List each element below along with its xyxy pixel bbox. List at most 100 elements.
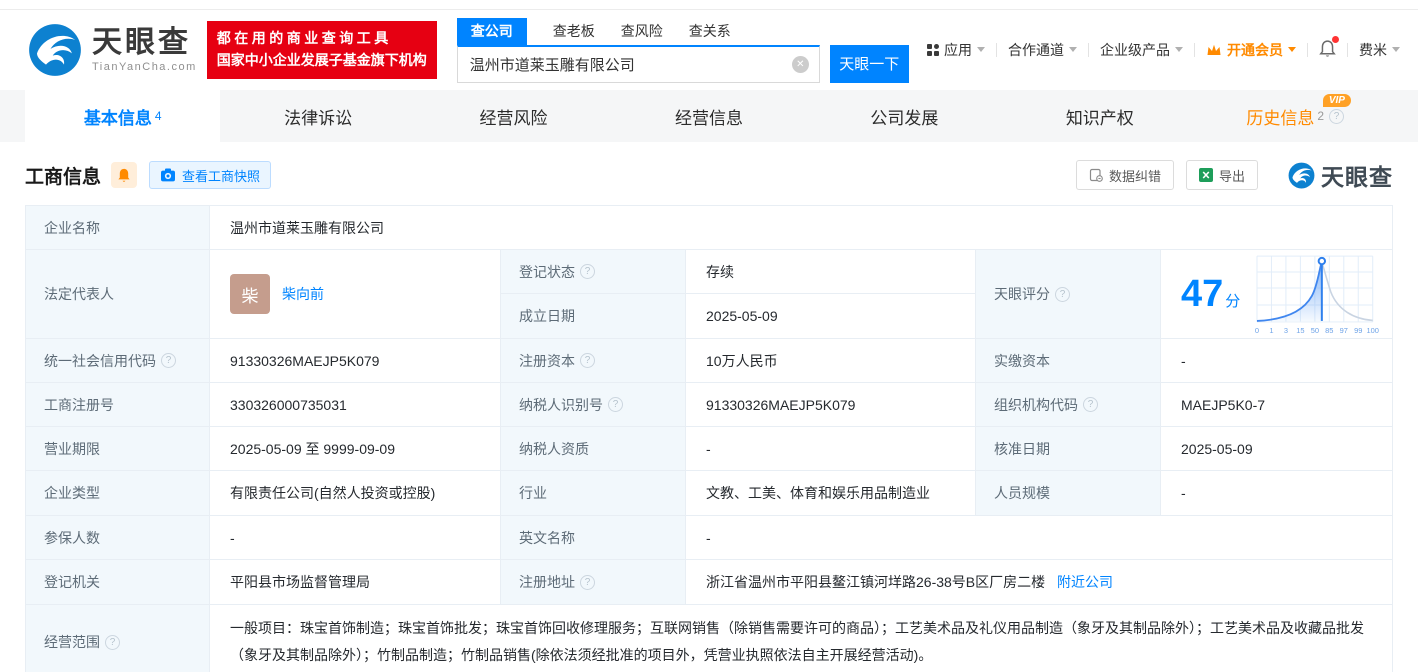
search-tab-risk[interactable]: 查风险 (621, 18, 663, 45)
tianyancha-swirl-icon (28, 23, 82, 77)
help-icon[interactable] (580, 353, 595, 368)
business-info-table: 企业名称 温州市道莱玉雕有限公司 法定代表人 柴 柴向前 登记状态 存续 天眼评… (25, 205, 1393, 672)
tab-label: 经营信息 (675, 104, 743, 129)
notification-bell-icon[interactable] (1319, 39, 1336, 61)
field-label: 组织机构代码 (994, 395, 1078, 415)
company-tab-bar: 基本信息4 法律诉讼 经营风险 经营信息 公司发展 知识产权 VIP 历史信息2 (0, 90, 1418, 142)
tab-operating-info[interactable]: 经营信息 (611, 90, 806, 142)
field-label: 法定代表人 (44, 284, 114, 304)
table-row: 企业名称 温州市道莱玉雕有限公司 (26, 206, 1393, 250)
nav-separator (1088, 43, 1089, 57)
help-icon[interactable] (161, 353, 176, 368)
field-label: 参保人数 (44, 528, 100, 548)
nav-apps-label: 应用 (944, 40, 972, 60)
nav-partners[interactable]: 合作通道 (1008, 40, 1077, 60)
top-divider (0, 0, 1418, 10)
tianyancha-swirl-icon (1288, 162, 1315, 189)
search-submit-button[interactable]: 天眼一下 (830, 45, 909, 83)
tab-intellectual-property[interactable]: 知识产权 (1002, 90, 1197, 142)
tab-legal-proceedings[interactable]: 法律诉讼 (220, 90, 415, 142)
snapshot-button[interactable]: 查看工商快照 (149, 161, 271, 189)
nav-enterprise[interactable]: 企业级产品 (1100, 40, 1183, 60)
site-header: 天眼查 TianYanCha.com 都在用的商业查询工具 国家中小企业发展子基… (0, 10, 1418, 90)
field-label: 企业名称 (44, 218, 100, 238)
export-button[interactable]: 导出 (1186, 160, 1258, 190)
subscribe-bell-icon[interactable] (111, 162, 137, 188)
score-unit: 分 (1225, 293, 1240, 310)
watermark-logo: 天眼查 (1288, 158, 1393, 192)
establish-date-value: 2025-05-09 (686, 294, 976, 339)
search-tab-boss[interactable]: 查老板 (553, 18, 595, 45)
company-name-value: 温州市道莱玉雕有限公司 (210, 206, 1393, 250)
field-label: 企业类型 (44, 483, 100, 503)
reg-capital-value: 10万人民币 (686, 339, 976, 383)
tab-company-development[interactable]: 公司发展 (807, 90, 1002, 142)
snapshot-button-label: 查看工商快照 (182, 166, 260, 185)
table-row: 参保人数 - 英文名称 - (26, 516, 1393, 560)
legal-rep-link[interactable]: 柴向前 (282, 284, 324, 304)
legal-rep-avatar[interactable]: 柴 (230, 274, 270, 314)
paid-capital-value: - (1161, 339, 1393, 383)
slogan-line1: 都在用的商业查询工具 (217, 28, 427, 50)
field-label: 行业 (519, 483, 547, 503)
field-label: 登记状态 (519, 262, 575, 282)
help-icon[interactable] (1055, 287, 1070, 302)
field-label: 天眼评分 (994, 284, 1050, 304)
tab-label: 基本信息 (84, 104, 152, 129)
help-icon[interactable] (580, 575, 595, 590)
nav-enterprise-label: 企业级产品 (1100, 40, 1170, 60)
credit-code-value: 91330326MAEJP5K079 (210, 339, 501, 383)
search-input[interactable] (458, 56, 792, 73)
vip-badge: VIP (1323, 94, 1351, 107)
clear-search-icon[interactable] (792, 56, 809, 73)
tab-label: 法律诉讼 (284, 104, 352, 129)
tab-basic-info[interactable]: 基本信息4 (25, 90, 220, 142)
svg-text:85: 85 (1325, 326, 1333, 335)
nav-vip-membership[interactable]: 开通会员 (1206, 40, 1296, 60)
table-row: 法定代表人 柴 柴向前 登记状态 存续 天眼评分 47分 (26, 250, 1393, 294)
chevron-down-icon (1288, 42, 1296, 59)
nav-apps[interactable]: 应用 (927, 40, 985, 60)
logo-domain-text: TianYanCha.com (92, 61, 197, 73)
help-icon[interactable] (608, 397, 623, 412)
svg-text:97: 97 (1340, 326, 1348, 335)
nav-separator (1347, 43, 1348, 57)
data-correction-button[interactable]: 数据纠错 (1076, 160, 1174, 190)
tab-history-info[interactable]: VIP 历史信息2 (1198, 90, 1393, 142)
reg-authority-value: 平阳县市场监督管理局 (210, 560, 501, 605)
tianyancha-logo[interactable]: 天眼查 TianYanCha.com (28, 23, 197, 77)
slogan-banner: 都在用的商业查询工具 国家中小企业发展子基金旗下机构 (207, 21, 437, 78)
help-icon[interactable] (105, 635, 120, 650)
section-title: 工商信息 (25, 162, 101, 189)
search-tab-company[interactable]: 查公司 (457, 18, 527, 45)
nearby-companies-link[interactable]: 附近公司 (1057, 574, 1113, 590)
search-tab-relation[interactable]: 查关系 (689, 18, 731, 45)
search-module: 查公司 查老板 查风险 查关系 天眼一下 (457, 18, 909, 83)
svg-text:0: 0 (1255, 326, 1259, 335)
nav-user[interactable]: 费米 (1359, 40, 1400, 60)
help-icon[interactable] (580, 264, 595, 279)
field-label: 实缴资本 (994, 351, 1050, 371)
help-icon[interactable] (1329, 109, 1344, 124)
reg-address-value: 浙江省温州市平阳县鳌江镇河垟路26-38号B区厂房二楼 (706, 574, 1045, 590)
tab-operating-risk[interactable]: 经营风险 (416, 90, 611, 142)
svg-text:3: 3 (1284, 326, 1288, 335)
apps-grid-icon (927, 44, 939, 56)
score-marker (1319, 258, 1325, 264)
search-tabs: 查公司 查老板 查风险 查关系 (457, 18, 909, 45)
nav-vip-label: 开通会员 (1227, 40, 1283, 60)
field-label: 经营范围 (44, 632, 100, 652)
svg-text:100: 100 (1367, 326, 1379, 335)
help-icon[interactable] (1083, 397, 1098, 412)
tab-count-badge: 4 (155, 109, 162, 123)
correction-button-label: 数据纠错 (1109, 166, 1161, 185)
crown-icon (1206, 43, 1222, 57)
score-distribution-chart: 0 1 3 15 50 85 97 99 100 (1250, 252, 1382, 336)
username: 费米 (1359, 40, 1387, 60)
search-box (457, 45, 820, 83)
tianyan-score: 47分 (1181, 252, 1382, 336)
insured-count-value: - (210, 516, 501, 560)
nav-separator (1194, 43, 1195, 57)
tab-label: 公司发展 (870, 104, 938, 129)
svg-text:1: 1 (1270, 326, 1274, 335)
